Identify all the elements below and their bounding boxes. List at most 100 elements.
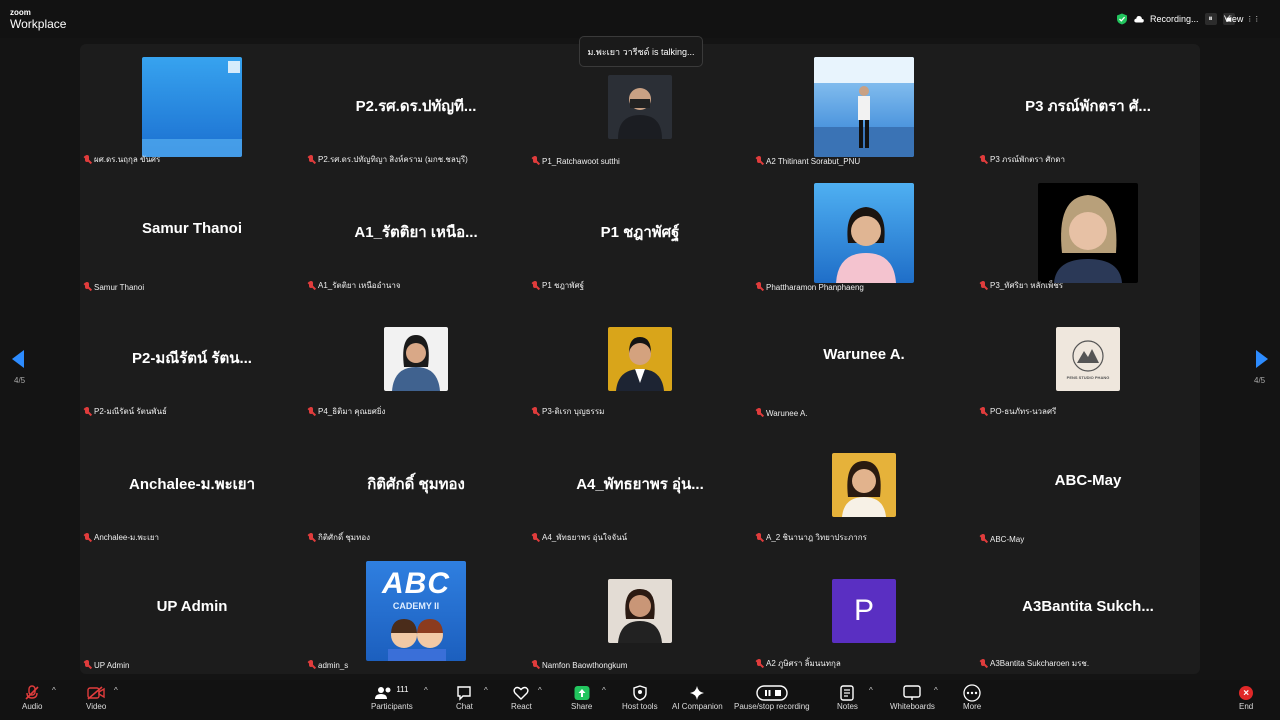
participant-name-label: PO-ธนภัทร-นวลศรี [979,405,1056,418]
participant-name-label: Phattharamon Phanphaeng [755,282,864,292]
participant-name-label: Samur Thanoi [83,282,144,292]
mic-muted-icon [83,406,91,417]
mic-muted-icon [307,280,315,291]
participant-display-name: P3 ภรณ์พักตรา ศั... [1025,98,1151,115]
recording-indicator[interactable]: Recording... ⏸ ■ [1116,11,1235,27]
participant-tile[interactable]: P4_ธิติมา คุณยศยิ่ง [304,296,528,422]
participant-tile[interactable]: กิติศักดิ์ ชุมทอง กิติศักดิ์ ชุมทอง [304,422,528,548]
participant-name-label: P3-ดิเรก บุญธรรม [531,405,604,418]
participant-display-name: Anchalee-ม.พะเยา [128,476,256,493]
whiteboards-options-caret-icon[interactable]: ^ [934,686,938,695]
whiteboards-button[interactable]: Whiteboards [890,684,935,718]
participant-name-label: UP Admin [83,660,129,670]
participant-tile[interactable]: P2.รศ.ดร.ปทัญที... P2.รศ.ดร.ปทัญทิญา สิง… [304,44,528,170]
mic-muted-icon [979,154,987,165]
man-portrait-graphic [616,337,664,391]
participant-tile[interactable]: ผศ.ดร.นฤกุล ขันศร [80,44,304,170]
more-label: More [963,702,982,711]
participant-tile[interactable]: Anchalee-ม.พะเยา Anchalee-ม.พะเยา [80,422,304,548]
woman-portrait-graphic [842,461,886,517]
participant-tile[interactable]: P2-มณีรัตน์ รัตน... P2-มณีรัตน์ รัตนพันธ… [80,296,304,422]
participant-name-label: A3Bantita Sukcharoen มรช. [979,657,1089,670]
participant-tile[interactable]: ABC CADEMY II admin_s [304,548,528,674]
mic-muted-icon [979,534,987,544]
participant-tile[interactable]: P3-ดิเรก บุญธรรม [528,296,752,422]
participant-video [608,327,672,391]
share-label: Share [571,702,593,711]
chat-button[interactable]: Chat [456,684,473,718]
participant-avatar-logo: PENS STUDIO PHANG [1056,327,1120,391]
participant-name-label: A_2 ชินานาฎ วิทยาประภากร [755,531,867,544]
video-label: Video [86,702,107,711]
participants-options-caret-icon[interactable]: ^ [424,686,428,695]
share-options-caret-icon[interactable]: ^ [602,686,606,695]
participant-name-label: P2-มณีรัตน์ รัตนพันธ์ [83,405,167,418]
mic-muted-icon [755,408,763,418]
participant-name-label: P1 ชฎาพัศฐ์ [531,279,584,292]
pause-recording-button[interactable]: ⏸ [1204,13,1217,25]
share-screen-icon [574,686,590,700]
participants-icon [375,687,391,699]
participant-video [1038,183,1138,283]
mic-muted-icon [531,280,539,291]
participant-tile[interactable]: ABC-May ABC-May [976,422,1200,548]
video-options-caret-icon[interactable]: ^ [114,686,118,695]
participant-tile[interactable]: P A2 ภูษิศรา ลิ้มนนทกุล [752,548,976,674]
participant-tile[interactable]: A3Bantita Sukch... A3Bantita Sukcharoen … [976,548,1200,674]
ai-companion-label: AI Companion [672,702,723,711]
woman-portrait-graphic [836,207,896,283]
brand-line2: Workplace [10,17,67,31]
participant-tile[interactable]: P3_ทัศริยา หลักเพ็ชร [976,170,1200,296]
pause-stop-recording-label: Pause/stop recording [734,702,810,711]
view-button[interactable]: View ⋮⋮ [1224,11,1260,27]
mic-muted-icon [755,532,763,543]
participant-tile[interactable]: Namfon Baowthongkum [528,548,752,674]
participant-tile[interactable]: A2 Thitinant Sorabut_PNU [752,44,976,170]
participant-tile[interactable]: PENS STUDIO PHANG PO-ธนภัทร-นวลศรี [976,296,1200,422]
notes-label: Notes [837,702,858,711]
video-button[interactable]: Video [86,684,106,718]
participant-tile[interactable]: A_2 ชินานาฎ วิทยาประภากร [752,422,976,548]
notes-button[interactable]: Notes [837,684,858,718]
participant-name-label: P3 ภรณ์พักตรา ศักดา [979,153,1065,166]
ai-companion-button[interactable]: AI Companion [672,684,723,718]
participant-video [608,579,672,643]
mic-muted-icon [25,685,39,700]
participant-display-name: A4_พัทธยาพร อุ่น... [576,476,704,493]
participants-button[interactable]: 111 Participants [371,684,413,718]
participant-tile[interactable]: Samur Thanoi Samur Thanoi [80,170,304,296]
participant-tile[interactable]: UP Admin UP Admin [80,548,304,674]
participant-name-label: A2 Thitinant Sorabut_PNU [755,156,860,166]
gallery-view: ผศ.ดร.นฤกุล ขันศร P2.รศ.ดร.ปทัญที... P2.… [80,44,1200,674]
mic-muted-icon [755,282,763,292]
mic-muted-icon [83,532,91,543]
previous-page-arrow-icon[interactable] [12,350,24,368]
brand-line1: zoom [10,8,31,17]
react-button[interactable]: React [511,684,532,718]
audio-button[interactable]: Audio [22,684,42,718]
participant-tile[interactable]: A1_รัตติยา เหนือ... A1_รัตติยา เหนืออำนา… [304,170,528,296]
avatar-letter: P [853,594,874,627]
cartoon-kids-graphic [388,619,446,661]
participant-display-name: ABC-May [1054,472,1122,489]
react-options-caret-icon[interactable]: ^ [538,686,542,695]
next-page-arrow-icon[interactable] [1256,350,1268,368]
audio-options-caret-icon[interactable]: ^ [52,686,56,695]
pause-stop-recording-button[interactable]: Pause/stop recording [734,684,810,718]
participant-name-label: Namfon Baowthongkum [531,660,627,670]
participant-tile[interactable]: Phattharamon Phanphaeng [752,170,976,296]
participant-tile[interactable]: P3 ภรณ์พักตรา ศั... P3 ภรณ์พักตรา ศักดา [976,44,1200,170]
chat-options-caret-icon[interactable]: ^ [484,686,488,695]
more-dots-icon [963,684,981,702]
end-meeting-button[interactable]: × End [1239,684,1253,718]
chat-icon [457,686,472,701]
participant-tile[interactable]: Warunee A. Warunee A. [752,296,976,422]
logo-text: PENS STUDIO PHANG [1066,374,1110,380]
page-number-right: 4/5 [1254,376,1266,385]
notes-options-caret-icon[interactable]: ^ [869,686,873,695]
participant-tile[interactable]: P1 ชฎาพัศฐ์ P1 ชฎาพัศฐ์ [528,170,752,296]
more-button[interactable]: More [963,684,981,718]
participant-tile[interactable]: A4_พัทธยาพร อุ่น... A4_พัทธยาพร อุ่นใจจั… [528,422,752,548]
host-tools-button[interactable]: Host tools [622,684,658,718]
share-button[interactable]: Share [571,684,592,718]
